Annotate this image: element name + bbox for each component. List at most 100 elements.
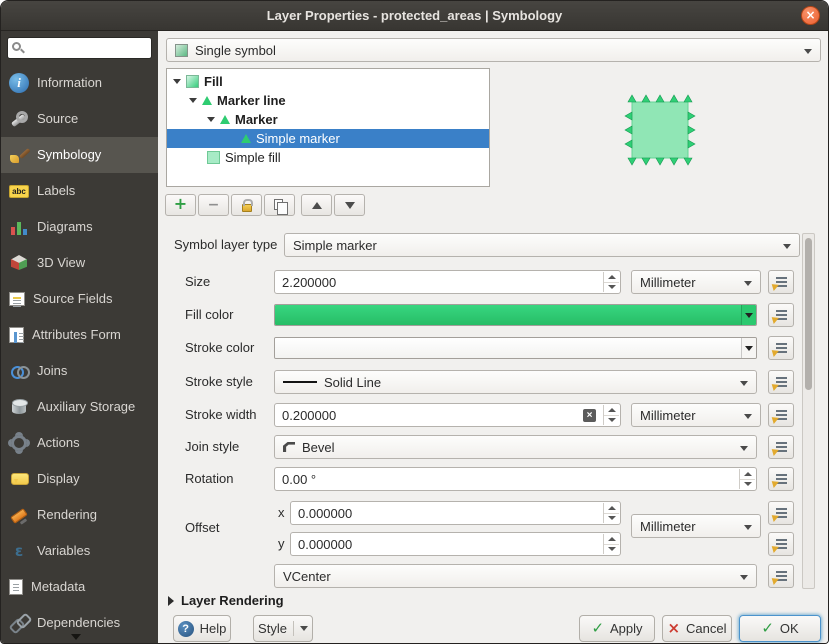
tree-item-label: Simple marker (256, 131, 340, 146)
tree-item-marker-line[interactable]: Marker line (167, 91, 489, 110)
data-defined-override-icon (775, 570, 787, 582)
fill-color-dropdown-arrow[interactable] (741, 305, 756, 325)
apply-button[interactable]: Apply (579, 615, 655, 642)
spin-buttons[interactable] (603, 405, 619, 425)
renderer-select[interactable]: Single symbol (166, 38, 821, 62)
tree-item-simple-marker[interactable]: Simple marker (167, 129, 489, 148)
sidebar-item-labels[interactable]: Labels (1, 173, 158, 209)
attributes-form-icon (9, 327, 24, 343)
sidebar-search-input[interactable] (7, 37, 152, 59)
fill-color-swatch[interactable] (275, 305, 741, 325)
clear-value-icon[interactable] (583, 409, 596, 422)
stroke-color-data-defined-override-button[interactable] (768, 336, 794, 360)
sidebar-item-joins[interactable]: Joins (1, 353, 158, 389)
sidebar-item-rendering[interactable]: Rendering (1, 497, 158, 533)
stroke-color-swatch[interactable] (275, 338, 741, 358)
size-data-defined-override-button[interactable] (768, 270, 794, 294)
sidebar-item-source-fields[interactable]: Source Fields (1, 281, 158, 317)
size-unit-select[interactable]: Millimeter (631, 270, 761, 294)
stroke-width-value: 0.200000 (282, 408, 336, 423)
offset-unit-value: Millimeter (640, 519, 696, 534)
add-symbol-layer-button[interactable] (165, 194, 196, 216)
sidebar-item-display[interactable]: Display (1, 461, 158, 497)
sidebar-item-3d-view[interactable]: 3D View (1, 245, 158, 281)
offset-x-input[interactable]: 0.000000 (290, 501, 621, 525)
spin-buttons[interactable] (603, 272, 619, 292)
stroke-width-unit-select[interactable]: Millimeter (631, 403, 761, 427)
sidebar-item-auxiliary-storage[interactable]: Auxiliary Storage (1, 389, 158, 425)
sidebar-item-variables[interactable]: Variables (1, 533, 158, 569)
chevron-down-icon[interactable] (300, 626, 308, 631)
titlebar[interactable]: Layer Properties - protected_areas | Sym… (1, 1, 828, 31)
tree-item-marker[interactable]: Marker (167, 110, 489, 129)
offset-y-data-defined-override-button[interactable] (768, 532, 794, 556)
sidebar-item-diagrams[interactable]: Diagrams (1, 209, 158, 245)
move-up-button[interactable] (301, 194, 332, 216)
sidebar-item-information[interactable]: Information (1, 65, 158, 101)
form-scrollbar[interactable] (802, 233, 815, 589)
lock-colors-button[interactable] (231, 194, 262, 216)
symbol-layer-type-select[interactable]: Simple marker (284, 233, 800, 257)
offset-unit-select[interactable]: Millimeter (631, 514, 761, 538)
sidebar-scroll-down-icon[interactable] (71, 634, 81, 640)
offset-x-data-defined-override-button[interactable] (768, 501, 794, 525)
sidebar-item-metadata[interactable]: Metadata (1, 569, 158, 605)
anchor-data-defined-override-button[interactable] (768, 564, 794, 588)
size-input[interactable]: 2.200000 (274, 270, 621, 294)
stroke-style-select[interactable]: Solid Line (274, 370, 757, 394)
sidebar-item-label: Source Fields (33, 292, 139, 307)
rotation-data-defined-override-button[interactable] (768, 467, 794, 491)
stroke-width-data-defined-override-button[interactable] (768, 403, 794, 427)
join-style-data-defined-override-button[interactable] (768, 435, 794, 459)
simple-marker-icon (241, 134, 251, 143)
scrollbar-thumb[interactable] (805, 238, 812, 390)
style-button[interactable]: Style (253, 615, 313, 642)
tree-item-label: Simple fill (225, 150, 281, 165)
stroke-style-data-defined-override-button[interactable] (768, 370, 794, 394)
sidebar-item-label: Rendering (37, 508, 143, 523)
fill-color-button[interactable] (274, 304, 757, 326)
close-button[interactable]: × (801, 6, 820, 25)
tree-item-label: Marker (235, 112, 278, 127)
spin-buttons[interactable] (603, 503, 619, 523)
cancel-button[interactable]: Cancel (662, 615, 732, 642)
stroke-width-input[interactable]: 0.200000 (274, 403, 621, 427)
stroke-style-label: Stroke style (185, 374, 253, 389)
offset-y-input[interactable]: 0.000000 (290, 532, 621, 556)
fill-color-data-defined-override-button[interactable] (768, 303, 794, 327)
source-icon (9, 109, 29, 129)
sidebar-item-source[interactable]: Source (1, 101, 158, 137)
sidebar-item-label: Metadata (31, 580, 137, 595)
sidebar-item-attributes-form[interactable]: Attributes Form (1, 317, 158, 353)
sidebar-item-actions[interactable]: Actions (1, 425, 158, 461)
join-style-select[interactable]: Bevel (274, 435, 757, 459)
help-button[interactable]: Help (173, 615, 231, 642)
layer-rendering-section[interactable]: Layer Rendering (168, 593, 284, 608)
symbology-panel: Single symbol Fill Marker line Marker (158, 31, 828, 643)
collapse-arrow-icon[interactable] (173, 79, 181, 84)
collapse-arrow-icon[interactable] (189, 98, 197, 103)
duplicate-symbol-layer-button[interactable] (264, 194, 295, 216)
actions-icon (9, 433, 29, 453)
remove-symbol-layer-button[interactable] (198, 194, 229, 216)
anchor-point-select[interactable]: VCenter (274, 564, 757, 588)
ok-button[interactable]: OK (739, 615, 821, 642)
rotation-input[interactable]: 0.00 ° (274, 467, 757, 491)
sidebar-item-symbology[interactable]: Symbology (1, 137, 158, 173)
move-down-button[interactable] (334, 194, 365, 216)
tree-item-fill[interactable]: Fill (167, 72, 489, 91)
dependencies-icon (9, 613, 29, 633)
sidebar-nav: Information Source Symbology Labels Diag… (1, 65, 158, 641)
tree-item-simple-fill[interactable]: Simple fill (167, 148, 489, 167)
stroke-color-button[interactable] (274, 337, 757, 359)
metadata-icon (9, 579, 23, 595)
expand-arrow-icon[interactable] (168, 596, 174, 606)
sidebar-item-label: Dependencies (37, 616, 143, 631)
collapse-arrow-icon[interactable] (207, 117, 215, 122)
spin-buttons[interactable] (739, 469, 755, 489)
info-icon (9, 73, 29, 93)
stroke-color-dropdown-arrow[interactable] (741, 338, 756, 358)
offset-x-label: x (278, 505, 285, 520)
fill-color-label: Fill color (185, 307, 233, 322)
spin-buttons[interactable] (603, 534, 619, 554)
